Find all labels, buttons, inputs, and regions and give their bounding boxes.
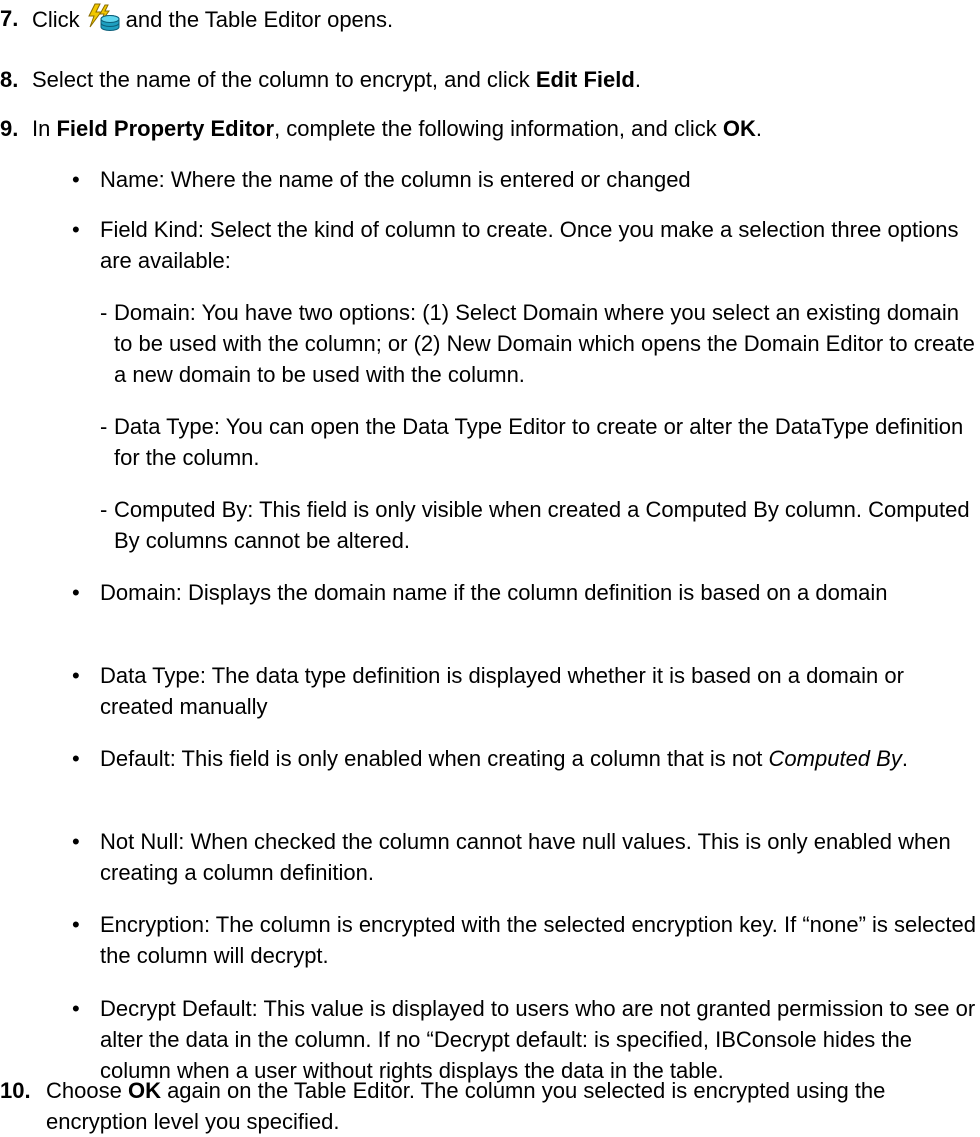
bullet-domain: • Domain: Displays the domain name if th… bbox=[72, 577, 977, 608]
subitem-marker: - bbox=[100, 300, 108, 325]
step-text: Choose OK again on the Table Editor. The… bbox=[46, 1078, 886, 1134]
bullet-encryption: • Encryption: The column is encrypted wi… bbox=[72, 909, 977, 971]
subitem-text: Computed By: This field is only visible … bbox=[114, 497, 970, 553]
step-text: Select the name of the column to encrypt… bbox=[32, 67, 641, 92]
bullet-marker: • bbox=[72, 912, 80, 937]
step-number: 9. bbox=[0, 116, 19, 141]
step-number: 10. bbox=[0, 1078, 31, 1103]
bullet-text: Data Type: The data type definition is d… bbox=[100, 663, 904, 719]
bullet-text: Name: Where the name of the column is en… bbox=[100, 167, 691, 192]
bullet-text: Field Kind: Select the kind of column to… bbox=[100, 217, 959, 273]
step-10: 10. Choose OK again on the Table Editor.… bbox=[0, 1075, 975, 1137]
step-7: 7. Click and the Table Editor opens. bbox=[0, 3, 975, 35]
bullet-marker: • bbox=[72, 996, 80, 1021]
step-text: Click and the Table Editor opens. bbox=[0, 3, 975, 35]
bullet-text: Decrypt Default: This value is displayed… bbox=[100, 996, 976, 1083]
subitem-computed-by: - Computed By: This field is only visibl… bbox=[100, 494, 978, 556]
bullet-name: • Name: Where the name of the column is … bbox=[72, 164, 977, 195]
bullet-marker: • bbox=[72, 746, 80, 771]
subitem-data-type: - Data Type: You can open the Data Type … bbox=[100, 411, 978, 473]
bullet-marker: • bbox=[72, 167, 80, 192]
bullet-data-type: • Data Type: The data type definition is… bbox=[72, 660, 977, 722]
bullet-text: Encryption: The column is encrypted with… bbox=[100, 912, 976, 968]
bullet-marker: • bbox=[72, 829, 80, 854]
bullet-decrypt-default: • Decrypt Default: This value is display… bbox=[72, 993, 977, 1086]
subitem-marker: - bbox=[100, 414, 108, 439]
bullet-marker: • bbox=[72, 663, 80, 688]
step-text: In Field Property Editor, complete the f… bbox=[32, 116, 762, 141]
step-number: 8. bbox=[0, 67, 19, 92]
bullet-marker: • bbox=[72, 217, 80, 242]
bullet-default: • Default: This field is only enabled wh… bbox=[72, 743, 977, 774]
subitem-marker: - bbox=[100, 497, 108, 522]
step-8: 8. Select the name of the column to encr… bbox=[0, 64, 975, 95]
step-number: 7. bbox=[0, 6, 19, 31]
subitem-text: Domain: You have two options: (1) Select… bbox=[114, 300, 975, 387]
bullet-field-kind: • Field Kind: Select the kind of column … bbox=[72, 214, 977, 276]
bullet-marker: • bbox=[72, 580, 80, 605]
step-9: 9. In Field Property Editor, complete th… bbox=[0, 113, 975, 144]
subitem-domain: - Domain: You have two options: (1) Sele… bbox=[100, 297, 978, 390]
bullet-text: Domain: Displays the domain name if the … bbox=[100, 580, 888, 605]
lightning-database-icon bbox=[86, 3, 120, 33]
bullet-text: Not Null: When checked the column cannot… bbox=[100, 829, 951, 885]
subitem-text: Data Type: You can open the Data Type Ed… bbox=[114, 414, 964, 470]
bullet-not-null: • Not Null: When checked the column cann… bbox=[72, 826, 977, 888]
bullet-text: Default: This field is only enabled when… bbox=[100, 746, 908, 771]
